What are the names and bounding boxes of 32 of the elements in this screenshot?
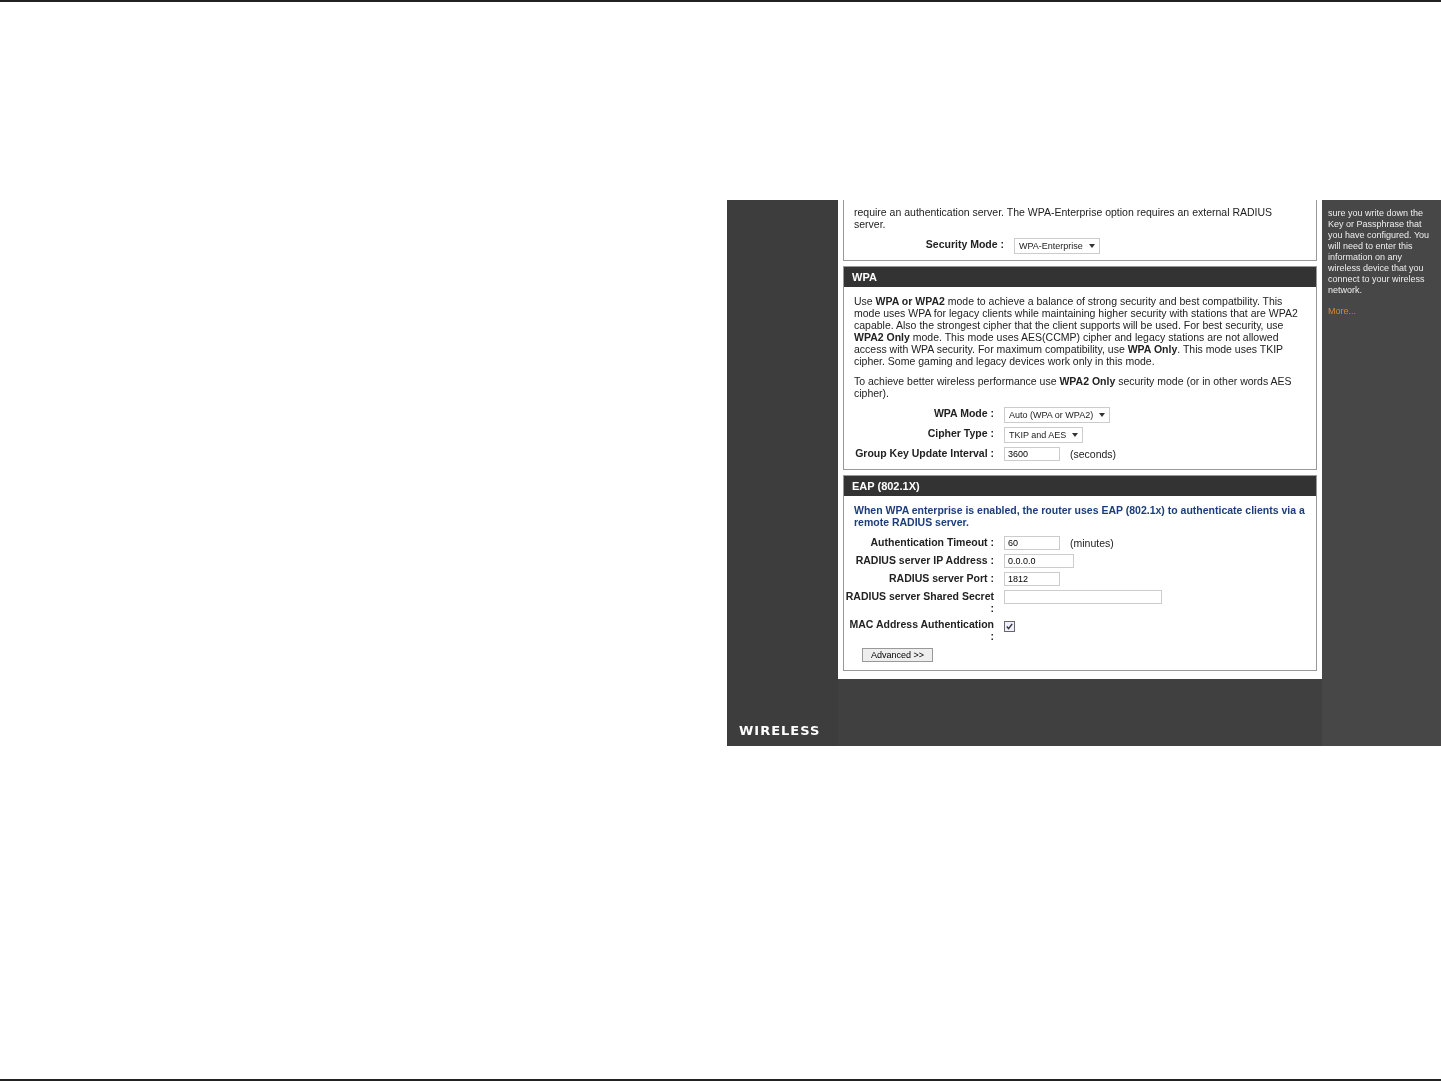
input-field[interactable]: 1812 — [1004, 572, 1060, 586]
field-label: RADIUS server Port : — [887, 572, 994, 584]
field-label: WPA Mode : — [932, 407, 994, 419]
dropdown[interactable]: TKIP and AES — [1004, 427, 1084, 443]
section-header: WPA — [844, 267, 1316, 287]
unit-label: (minutes) — [1070, 536, 1114, 550]
field-label: MAC Address Authentication : — [848, 618, 994, 642]
field-label: RADIUS server Shared Secret : — [844, 590, 994, 614]
caret-icon — [1099, 413, 1106, 417]
description-text: Use WPA or WPA2 mode to achieve a balance of strong security and best compatbility. This mode uses WPA for legacy clients while maintaining higher security with stations that are WPA2 capable. Also the strongest cipher that the client supports will be used. For best security, use WPA2 Only mode. This mode uses AES(CCMP) cipher and legacy stations are not allowed access with WPA security. For maximum compatibility, use WPA Only. This mode uses TKIP cipher. Some gaming and legacy devices work only in this mode. — [854, 295, 1299, 367]
section-header: EAP (802.1X) — [844, 476, 1316, 496]
input-field[interactable] — [1004, 590, 1162, 604]
field-label: Group Key Update Interval : — [854, 447, 994, 459]
checkbox[interactable] — [1004, 621, 1015, 632]
info-text: When WPA enterprise is enabled, the router uses EAP (802.1x) to authenticate clients via a remote RADIUS server. — [854, 504, 1306, 528]
wireless-label: WIRELESS — [739, 723, 822, 738]
dropdown[interactable]: Auto (WPA or WPA2) — [1004, 407, 1111, 423]
help-text: sure you write down the Key or Passphrase that you have configured. You will need to enter this information on any wireless device that you connect to your wireless network. — [1328, 208, 1431, 296]
advanced-button[interactable]: Advanced >> — [862, 648, 934, 662]
unit-label: (seconds) — [1070, 447, 1117, 461]
caret-icon — [1088, 244, 1095, 248]
dropdown[interactable]: WPA-Enterprise — [1014, 238, 1100, 254]
field-label: Cipher Type : — [926, 427, 994, 439]
field-label: Security Mode : — [924, 238, 1004, 250]
field-label: RADIUS server IP Address : — [854, 554, 994, 566]
intro-text: require an authentication server. The WPA-Enterprise option requires an external RADIUS server. — [854, 206, 1274, 230]
caret-icon — [1072, 433, 1079, 437]
input-field[interactable]: 0.0.0.0 — [1004, 554, 1074, 568]
description-text: To achieve better wireless performance use WPA2 Only security mode (or in other words AES cipher). — [854, 375, 1293, 399]
input-field[interactable]: 3600 — [1004, 447, 1060, 461]
field-label: Authentication Timeout : — [869, 536, 994, 548]
input-field[interactable]: 60 — [1004, 536, 1060, 550]
